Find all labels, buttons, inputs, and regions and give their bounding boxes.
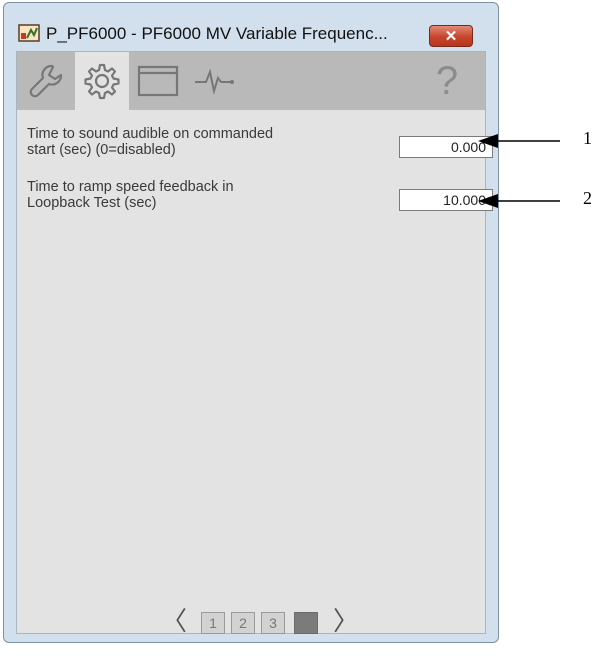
close-button[interactable]: ✕ (429, 25, 473, 47)
setting-label-audible-start: Time to sound audible on commanded start… (27, 126, 274, 158)
faceplate-window: P_PF6000 - PF6000 MV Variable Frequenc..… (3, 2, 499, 643)
setting-label-loopback-ramp: Time to ramp speed feedback in Loopback … (27, 179, 234, 211)
page-3-button[interactable]: 3 (261, 612, 285, 634)
page-4-button[interactable]: 4 (294, 612, 318, 634)
faceplate-toolbar: ? (17, 52, 485, 110)
next-page-button[interactable]: 〉 (333, 607, 359, 635)
prev-page-button[interactable]: 〈 (161, 607, 187, 635)
engineering-gear-tab[interactable] (75, 52, 129, 110)
page-2-button[interactable]: 2 (231, 612, 255, 634)
callout-arrow-1 (478, 134, 560, 148)
window-title: P_PF6000 - PF6000 MV Variable Frequenc..… (46, 24, 388, 43)
gear-icon (84, 63, 120, 100)
callout-number-2: 2 (583, 188, 592, 208)
trends-signal-tab[interactable] (187, 52, 241, 110)
help-icon[interactable]: ? (422, 54, 472, 108)
close-icon: ✕ (444, 28, 458, 45)
diagnostics-window-tab[interactable] (131, 52, 185, 110)
page-navigator: 〈 1 2 3 4 〉 (17, 607, 485, 637)
faceplate-app-icon (18, 24, 40, 42)
title-bar[interactable]: P_PF6000 - PF6000 MV Variable Frequenc..… (4, 3, 498, 47)
waveform-icon (195, 68, 234, 95)
maintenance-wrench-tab[interactable] (19, 52, 73, 110)
wrench-icon (29, 64, 63, 98)
page-1-button[interactable]: 1 (201, 612, 225, 634)
window-icon (137, 65, 179, 97)
callout-arrow-2 (478, 194, 560, 208)
faceplate-panel: ? Time to sound audible on commanded sta… (16, 51, 493, 637)
callout-number-1: 1 (583, 128, 592, 148)
